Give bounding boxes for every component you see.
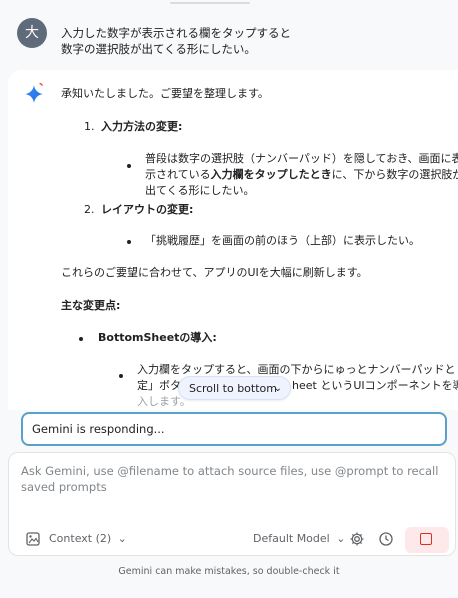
chevron-down-icon: ⌄ [273,383,282,394]
scroll-to-bottom-label: Scroll to bottom [189,382,277,395]
text-line: 入力欄をタップすると、画面の下からにゅっとナンバーパッドと「判 [137,363,458,376]
list-number: 2. [84,203,95,216]
bullet [119,374,123,378]
bullet [127,240,131,244]
bullet [127,164,131,168]
summary-paragraph: これらのご要望に合わせて、アプリのUIを大幅に刷新します。 [61,266,368,279]
user-message-line: 数字の選択肢が出てくる形にしたい。 [61,42,256,56]
text-segment: に、下から数字の選択肢が [331,168,458,181]
text-line: 出てくる形にしたい。 [145,184,255,197]
attach-image-icon[interactable] [25,531,41,547]
context-selector[interactable]: Context (2) ⌄ [49,532,127,545]
list-item-bullet-text: 「挑戦履歴」を画面の前のほう（上部）に表示したい。 [145,234,420,247]
gemini-spark-icon [24,83,44,104]
text-segment: heet というUIコンポーネントを導 [292,379,458,392]
scroll-to-bottom-button[interactable]: Scroll to bottom ⌄ [178,376,291,400]
drag-handle[interactable] [170,2,250,4]
text-segment-bold: 入力欄をタップしたとき [210,168,332,181]
gear-icon[interactable] [349,531,365,547]
input-toolbar: Context (2) ⌄ Default Model ⌄ [9,527,455,553]
list-number: 1. [84,120,95,133]
section-heading: 主な変更点: [61,299,121,312]
list-item-title: 入力方法の変更: [101,120,183,133]
responding-status: Gemini is responding... [21,412,447,446]
model-label: Default Model [253,532,330,545]
chat-panel: 大 入力した数字が表示される欄をタップすると 数字の選択肢が出てくる形にしたい。… [0,0,458,598]
model-selector[interactable]: Default Model ⌄ [253,532,345,545]
top-strip [0,0,458,6]
context-label: Context (2) [49,532,112,545]
user-message-text: 入力した数字が表示される欄をタップすると 数字の選択肢が出てくる形にしたい。 [61,25,441,57]
list-item-title: レイアウトの変更: [101,203,194,216]
stop-button[interactable] [405,527,449,553]
user-message-line: 入力した数字が表示される欄をタップすると [61,26,291,40]
text-line: 示されている入力欄をタップしたときに、下から数字の選択肢が [145,167,458,183]
intro-text: 承知いたしました。ご要望を整理します。 [61,87,269,100]
chevron-down-icon: ⌄ [117,532,127,545]
responding-text: Gemini is responding... [32,422,165,436]
prompt-input[interactable]: Ask Gemini, use @filename to attach sour… [21,463,441,495]
bullet [79,337,83,341]
list-item-bullet-text: 普段は数字の選択肢（ナンバーパッド）を隠しておき、画面に表 示されている入力欄を… [145,151,458,199]
point-title: BottomSheetの導入: [98,331,217,344]
text-line: 普段は数字の選択肢（ナンバーパッド）を隠しておき、画面に表 [145,152,458,165]
assistant-message: 承知いたしました。ご要望を整理します。 1. 入力方法の変更: 普段は数字の選択… [8,70,458,410]
text-segment: 示されている [145,168,211,181]
user-avatar: 大 [17,18,47,48]
history-icon[interactable] [378,531,394,547]
stop-icon [420,533,432,545]
prompt-input-card: Ask Gemini, use @filename to attach sour… [8,452,456,556]
chevron-down-icon: ⌄ [336,532,346,545]
user-message: 大 入力した数字が表示される欄をタップすると 数字の選択肢が出てくる形にしたい。 [17,18,447,62]
disclaimer-text: Gemini can make mistakes, so double-chec… [118,566,340,577]
